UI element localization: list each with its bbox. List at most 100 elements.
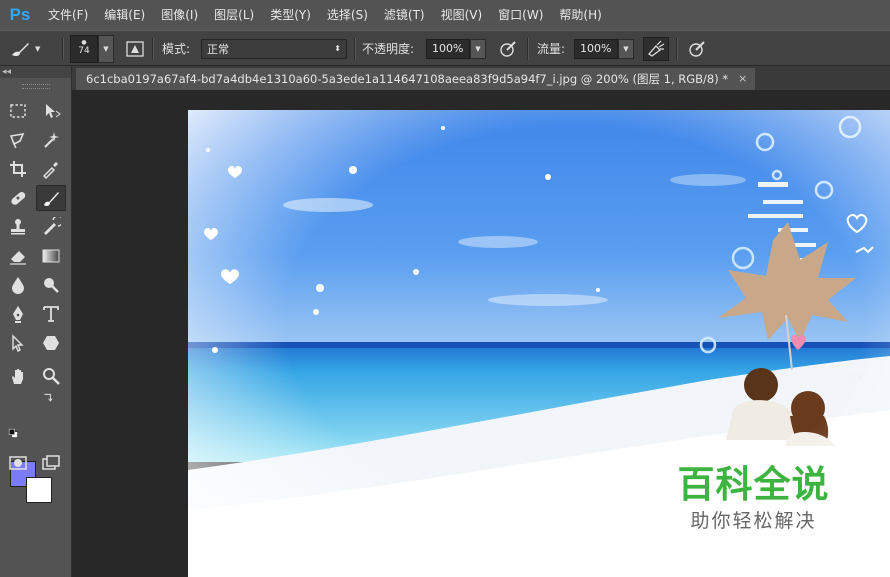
toolbox-collapse-button[interactable]: ◂◂ [0,66,71,78]
document-tab[interactable]: 6c1cba0197a67af4-bd7a4db4e1310a60-5a3ede… [76,68,756,90]
direct-select-arrow-icon [12,334,24,352]
rect-marquee-icon [10,104,26,118]
updown-arrows-icon: ⬍ [334,43,341,53]
opacity-input[interactable]: 100% [426,38,470,59]
type-tool[interactable] [36,301,66,327]
magic-wand-tool[interactable] [36,127,66,153]
pen-tool[interactable] [3,301,33,327]
airbrush-icon [643,36,669,61]
menu-window[interactable]: 窗口(W) [490,0,551,30]
eyedropper-icon [42,162,58,179]
menu-filter[interactable]: 滤镜(T) [376,0,433,30]
brush-size-preview[interactable]: ● 74 [70,34,98,63]
path-selection-tool[interactable] [3,330,33,356]
default-colors-button[interactable] [4,426,24,442]
canvas-area[interactable]: 百科全说 助你轻松解决 [73,90,890,577]
menu-bar: Ps 文件(F) 编辑(E) 图像(I) 图层(L) 类型(Y) 选择(S) 滤… [0,0,890,30]
brush-size-value: 74 [78,46,90,56]
marquee-tool[interactable] [3,98,33,124]
pen-pressure-size-icon [686,38,708,60]
crop-tool[interactable] [3,156,33,182]
quick-mask-button[interactable] [3,450,33,476]
screen-mode-icon [42,455,60,470]
separator [676,38,678,60]
menu-type[interactable]: 类型(Y) [262,0,319,30]
brush-panel-toggle[interactable] [124,31,146,66]
tool-preset-picker[interactable]: ▼ [8,31,40,66]
separator [354,38,356,60]
brush-size-picker[interactable]: ● 74 ▼ [70,31,114,66]
toolbox-grip[interactable] [22,84,50,89]
dodge-tool[interactable] [36,272,66,298]
healing-brush-tool[interactable] [3,185,33,211]
mode-label: 模式: [162,42,191,56]
menu-help[interactable]: 帮助(H) [551,0,609,30]
move-tool[interactable] [36,98,66,124]
magnifier-icon [43,368,60,385]
document-tab-bar: 6c1cba0197a67af4-bd7a4db4e1310a60-5a3ede… [72,66,890,90]
eyedropper-tool[interactable] [36,156,66,182]
swap-colors-button[interactable] [38,389,58,407]
menu-image[interactable]: 图像(I) [153,0,206,30]
separator [527,38,529,60]
photoshop-logo: Ps [9,5,31,24]
hand-tool[interactable] [3,363,33,389]
size-pressure-toggle[interactable] [686,31,708,66]
brush-icon [44,192,59,207]
brush-tool[interactable] [36,185,66,211]
flow-dropdown[interactable]: ▼ [618,38,634,59]
toolbox: ◂◂ [0,66,72,577]
hand-icon [12,369,23,384]
screen-mode-button[interactable] [36,450,66,476]
quick-mask-icon [9,456,27,470]
brush-panel-icon [124,38,146,60]
shape-tool[interactable] [36,330,66,356]
opacity-pressure-toggle[interactable] [497,31,519,66]
type-t-icon [43,306,59,322]
background-color-swatch[interactable] [26,477,52,503]
lasso-icon [9,132,25,149]
default-colors-icon [8,428,18,438]
menu-file[interactable]: 文件(F) [40,0,96,30]
opacity-dropdown[interactable]: ▼ [470,38,486,59]
gradient-icon [42,249,60,263]
opacity-field[interactable]: 100% ▼ [426,31,486,66]
brush-size-dropdown[interactable]: ▼ [98,34,114,63]
pen-nib-icon [13,306,23,323]
chevron-down-icon: ▼ [623,44,629,53]
brush-icon [12,42,29,56]
bandage-icon [11,191,26,205]
separator [62,38,64,60]
document-tab-title: 6c1cba0197a67af4-bd7a4db4e1310a60-5a3ede… [86,72,729,86]
menu-view[interactable]: 视图(V) [433,0,491,30]
zoom-tool[interactable] [36,363,66,389]
menu-edit[interactable]: 编辑(E) [96,0,153,30]
flow-field[interactable]: 100% ▼ [574,31,634,66]
watermark-title: 百科全说 [677,463,830,506]
flow-label: 流量: [537,42,566,56]
history-brush-tool[interactable] [36,214,66,240]
mode-select[interactable]: 正常 ⬍ [201,31,347,66]
opacity-label: 不透明度: [362,42,415,56]
eraser-icon [10,251,26,265]
magic-wand-icon [44,132,59,148]
watermark-subtitle: 助你轻松解决 [690,510,817,532]
history-brush-icon [44,217,61,235]
hexagon-icon [43,336,59,350]
chevron-down-icon: ▼ [103,44,109,53]
menu-layer[interactable]: 图层(L) [206,0,262,30]
blur-tool[interactable] [3,272,33,298]
airbrush-toggle[interactable] [643,31,669,66]
water-drop-icon [12,277,24,294]
chevron-down-icon: ▼ [35,44,41,53]
gradient-tool[interactable] [36,243,66,269]
separator [152,38,154,60]
flow-input[interactable]: 100% [574,38,618,59]
clone-stamp-tool[interactable] [3,214,33,240]
move-arrow-icon [46,104,61,118]
options-bar: ▼ ● 74 ▼ 模式: 正常 ⬍ 不透明度: 100% ▼ 流量: 100% … [0,30,890,66]
lasso-tool[interactable] [3,127,33,153]
menu-select[interactable]: 选择(S) [319,0,376,30]
close-icon[interactable]: × [738,68,747,90]
eraser-tool[interactable] [3,243,33,269]
